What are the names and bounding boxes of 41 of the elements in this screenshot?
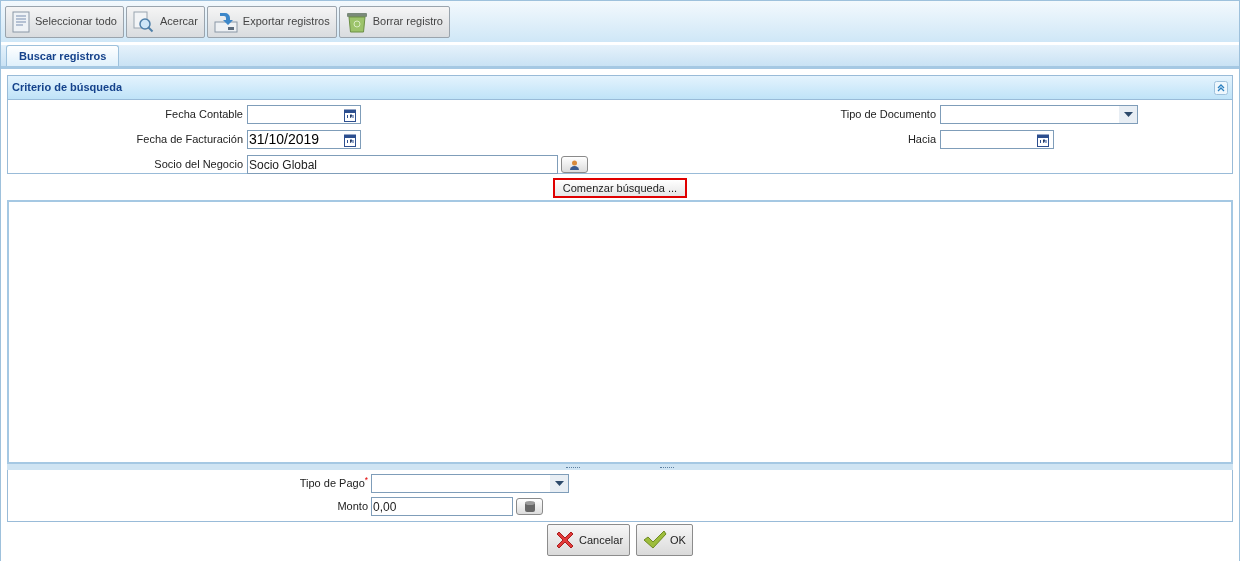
caret-icon	[554, 481, 564, 486]
field-label: Monto	[336, 499, 368, 515]
dropdown-field[interactable]	[940, 105, 1138, 124]
cancel-button[interactable]: Cancelar	[547, 524, 631, 556]
calculator-button[interactable]	[516, 498, 543, 515]
dropdown-field[interactable]	[371, 474, 569, 493]
field-label: Fecha de Facturación	[135, 132, 243, 148]
field-label: Fecha Contable	[164, 107, 243, 123]
date-field[interactable]: 31/10/2019	[247, 130, 361, 149]
toolbar-button[interactable]: Seleccionar todo	[5, 5, 124, 38]
lookup-button[interactable]	[561, 156, 588, 173]
text-field[interactable]: Socio Global	[247, 155, 558, 174]
checkmark-icon	[643, 530, 668, 550]
calendar-icon[interactable]	[344, 132, 356, 147]
field-value: 0,00	[372, 498, 397, 516]
trash-icon	[345, 10, 368, 33]
ok-button[interactable]: OK	[636, 524, 693, 556]
field-label: Socio del Negocio	[153, 157, 243, 173]
calendar-icon[interactable]	[344, 107, 356, 122]
search-button[interactable]: Comenzar búsqueda ...	[552, 178, 688, 198]
field-value: 31/10/2019	[248, 130, 320, 149]
tab[interactable]: Buscar registros	[6, 45, 120, 66]
person-icon	[570, 159, 579, 170]
toolbar-button[interactable]: Acercar	[125, 5, 205, 38]
database-icon	[524, 501, 535, 512]
toolbar-button[interactable]: Borrar registro	[338, 5, 450, 38]
panel-title: Criterio de búsqueda	[12, 80, 123, 96]
text-field[interactable]: 0,00	[371, 497, 513, 516]
toolbar-button[interactable]: Exportar registros	[206, 5, 337, 38]
field-value: Socio Global	[248, 156, 318, 174]
caret-icon	[1123, 112, 1133, 117]
field-label: Tipo de Pago$^{*}$	[298, 475, 368, 492]
collapse-icon[interactable]	[1214, 80, 1228, 95]
date-field[interactable]	[247, 105, 361, 124]
field-label: Tipo de Documento	[839, 107, 936, 123]
document-icon	[12, 10, 30, 33]
magnifier-icon	[132, 10, 155, 33]
field-label: Hacia	[906, 132, 936, 148]
calendar-icon[interactable]	[1037, 132, 1049, 147]
date-field[interactable]	[940, 130, 1054, 149]
export-icon	[213, 10, 238, 33]
